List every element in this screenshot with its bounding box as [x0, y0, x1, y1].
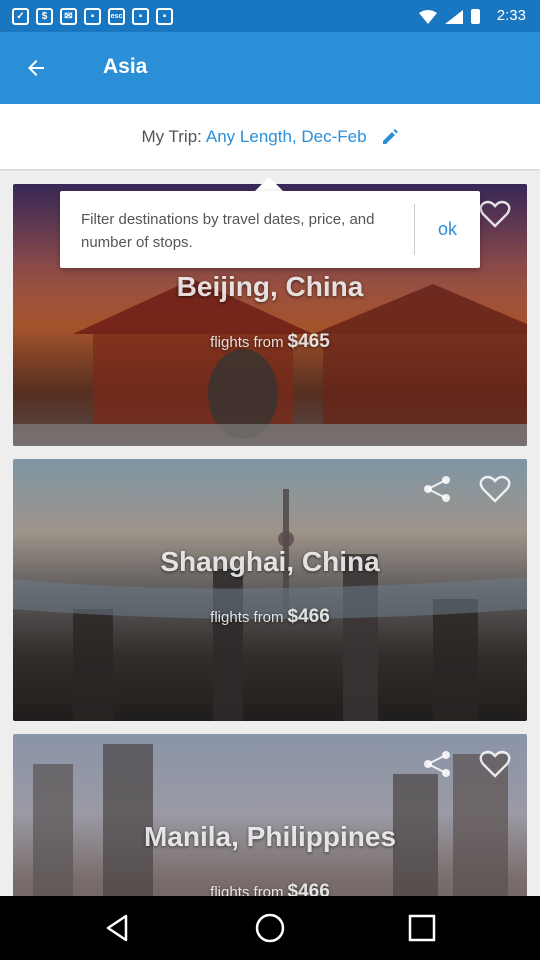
edit-pencil-icon[interactable]	[381, 128, 399, 146]
system-nav-bar	[0, 896, 540, 960]
tooltip-ok-button[interactable]: ok	[415, 191, 480, 268]
heart-icon[interactable]	[479, 750, 511, 778]
share-icon[interactable]	[421, 475, 453, 503]
city-name: Shanghai, China	[160, 546, 380, 577]
tooltip-text: Filter destinations by travel dates, pri…	[81, 211, 375, 251]
dollar-notification-icon: $	[36, 8, 53, 25]
city-name: Manila, Philippines	[143, 821, 397, 852]
price-amount: $466	[287, 881, 330, 896]
app-bar: Asia	[0, 32, 540, 104]
mail-notification-icon: ✉	[60, 8, 77, 25]
photo-notification-icon-3: ▪	[156, 8, 173, 25]
status-time: 2:33	[496, 7, 526, 24]
status-bar: ✓ $ ✉ ▪ esc ▪ ▪ 2:33	[0, 0, 540, 32]
destination-card-shanghai[interactable]: Shanghai, China flights from $466	[13, 459, 527, 721]
notification-icons: ✓ $ ✉ ▪ esc ▪ ▪	[12, 8, 173, 25]
filter-tooltip: Filter destinations by travel dates, pri…	[60, 191, 480, 268]
price-prefix: flights from	[210, 334, 284, 351]
nav-back-icon[interactable]	[102, 912, 134, 944]
price-prefix: flights from	[210, 609, 284, 626]
tooltip-arrow	[255, 177, 283, 191]
page-title: Asia	[103, 55, 148, 78]
system-icons	[419, 9, 480, 24]
back-button[interactable]	[16, 48, 56, 88]
photo-notification-icon: ▪	[84, 8, 101, 25]
heart-icon[interactable]	[479, 475, 511, 503]
price-line: flights from $466	[13, 881, 527, 896]
price-amount: $465	[287, 331, 330, 352]
nav-recents-icon[interactable]	[406, 912, 438, 944]
price-line: flights from $466	[13, 606, 527, 628]
arrow-back-icon	[28, 60, 44, 76]
city-name: Beijing, China	[176, 271, 364, 302]
price-prefix: flights from	[210, 884, 284, 896]
heart-icon[interactable]	[479, 200, 511, 228]
trip-filter-bar[interactable]: My Trip: Any Length, Dec-Feb	[0, 104, 540, 170]
photo-notification-icon-2: ▪	[132, 8, 149, 25]
app-notification-icon: ✓	[12, 8, 29, 25]
nav-home-icon[interactable]	[254, 912, 286, 944]
price-amount: $466	[287, 606, 330, 627]
price-line: flights from $465	[13, 331, 527, 353]
esc-notification-icon: esc	[108, 8, 125, 25]
trip-value[interactable]: Any Length, Dec-Feb	[206, 127, 367, 147]
signal-icon	[445, 9, 463, 24]
wifi-icon	[419, 9, 437, 24]
battery-icon	[471, 9, 480, 24]
destination-list[interactable]: Beijing, China flights from $465 Shanghai…	[0, 171, 540, 896]
share-icon[interactable]	[421, 750, 453, 778]
trip-label: My Trip:	[141, 126, 202, 146]
destination-card-manila[interactable]: Manila, Philippines flights from $466	[13, 734, 527, 896]
